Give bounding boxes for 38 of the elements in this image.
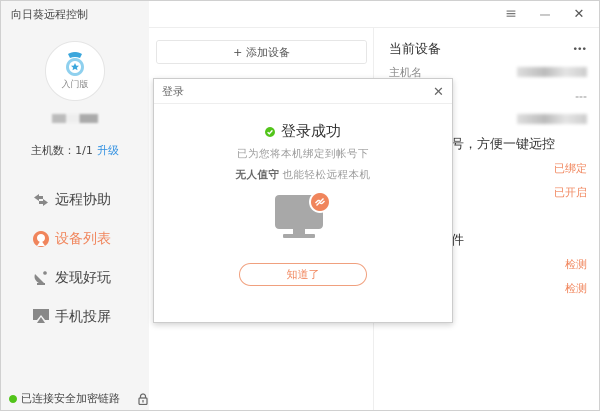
edition-label: 入门版 [62,78,88,91]
satellite-dish-icon [33,270,49,286]
dialog-message: 已为您将本机绑定到帐号下 [236,147,370,162]
device-list-icon [33,230,49,246]
status-text[interactable]: 检测 [565,256,587,272]
medal-icon [64,51,86,77]
status-text[interactable]: 已开启 [554,184,587,200]
field-label: 主机名 [389,64,422,80]
field-value: --- [575,90,587,102]
nav-item[interactable]: 手机投屏 [33,297,149,336]
success-check-icon [265,126,275,136]
nav-item[interactable]: 远程协助 [33,180,149,219]
add-device-button[interactable]: + 添加设备 [156,40,367,64]
panel-title: 当前设备 [389,41,441,58]
dialog-title: 登录 [162,84,184,98]
success-heading: 登录成功 [281,122,341,141]
menu-button[interactable]: ≡ [499,6,523,22]
blurred-value [517,114,587,124]
more-button[interactable]: ••• [573,44,587,54]
blurred-value [517,67,587,77]
status-text[interactable]: 检测 [565,280,587,296]
linked-monitor-icon [275,191,331,239]
host-count: 主机数：1/1 [31,144,93,157]
screen-cast-icon [33,309,49,324]
status-text[interactable]: 已绑定 [554,160,587,176]
section-text: 号，方便一键远控 [451,136,555,153]
app-title: 向日葵远程控制 [10,7,89,23]
dialog-message: 无人值守 也能轻松远程本机 [235,168,371,183]
upgrade-link[interactable]: 升级 [96,144,119,157]
lock-icon[interactable] [138,392,148,404]
close-button[interactable]: ✕ [433,84,444,98]
swap-arrows-icon [33,192,49,206]
close-button[interactable]: ✕ [567,6,591,22]
minimize-button[interactable]: — [533,8,557,20]
confirm-button[interactable]: 知道了 [239,263,367,286]
connection-status: 已连接安全加密链路 [21,391,120,406]
blurred-username [52,114,98,123]
nav-item[interactable]: 发现好玩 [33,258,149,297]
